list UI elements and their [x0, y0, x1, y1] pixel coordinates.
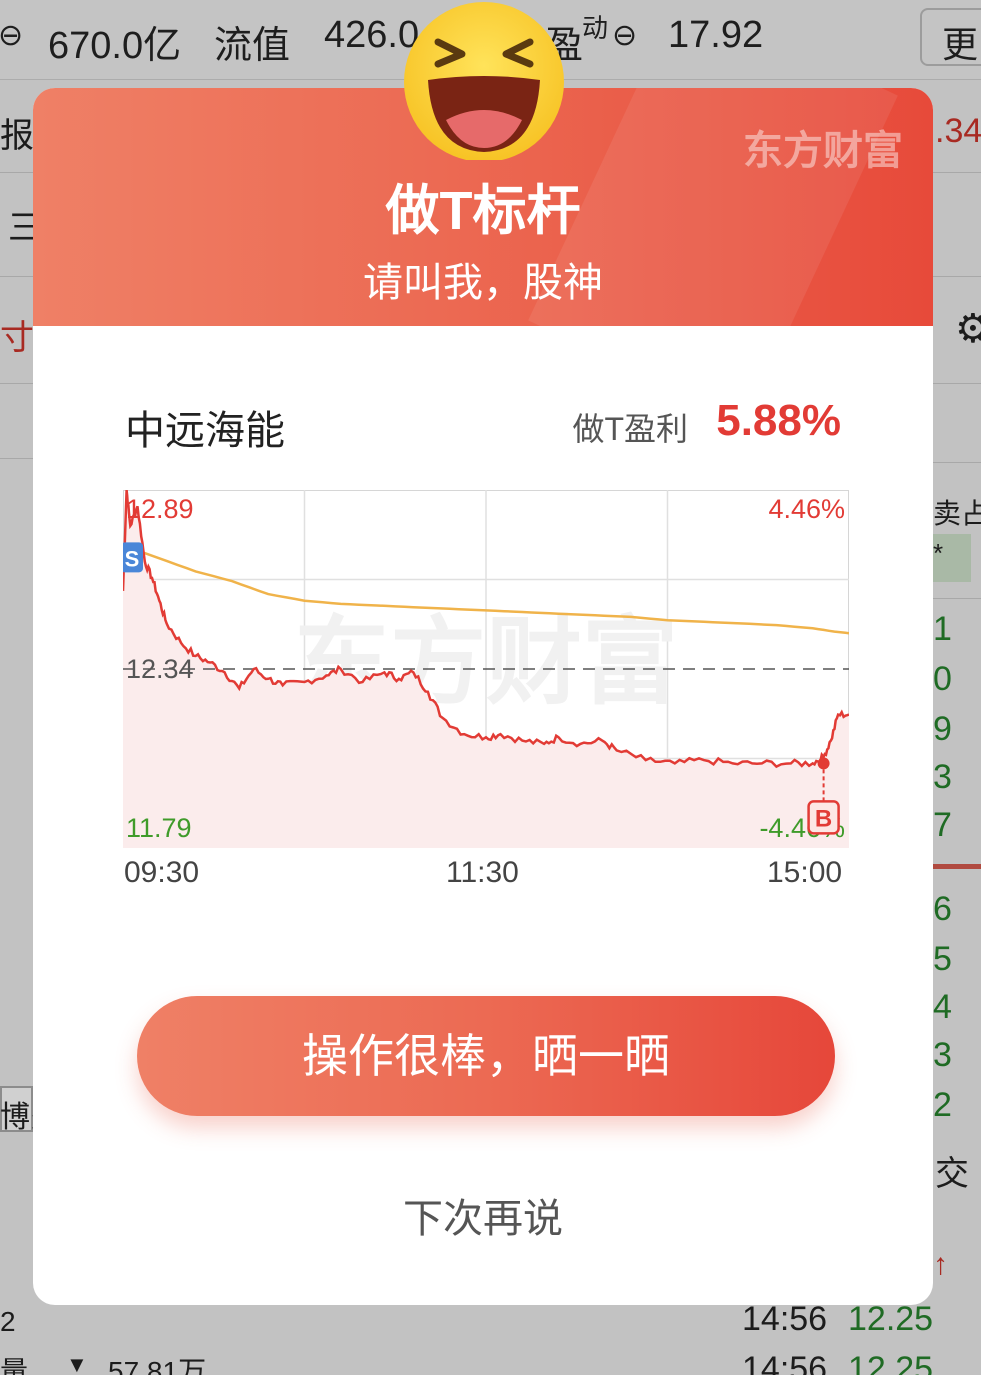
order-book-digit: 6	[933, 890, 952, 928]
intraday-chart: 东方财富 12.89 12.34 11.79 4.46% -4.46% SB	[123, 490, 849, 848]
order-book-digit: 4	[933, 988, 952, 1026]
axis-digit: 2	[0, 1306, 16, 1337]
pe-value: 17.92	[668, 14, 764, 56]
dialog-title: 做T标杆	[385, 181, 581, 241]
stock-name: 中远海能	[125, 409, 285, 453]
market-cap-value: 670.0亿	[48, 25, 182, 67]
share-button[interactable]: 操作很棒，晒一晒	[137, 996, 835, 1116]
order-book-digit: 7	[933, 806, 952, 844]
divider	[933, 598, 981, 599]
x-tick-label: 09:30	[124, 856, 200, 889]
report-label: 报	[0, 117, 34, 155]
y-mid-label: 12.34	[126, 654, 194, 684]
trade-price: 12.25	[848, 1300, 934, 1338]
pe-info-icon[interactable]: ⊖	[612, 18, 637, 53]
trade-time: 14:56	[742, 1350, 828, 1375]
more-button[interactable]: 更	[920, 8, 981, 66]
y-max-label: 12.89	[126, 494, 194, 524]
trade-time: 14:56	[742, 1300, 828, 1338]
order-book-digit: 2	[933, 1086, 952, 1124]
pct-max-label: 4.46%	[768, 494, 845, 524]
chevron-down-icon[interactable]: ▼	[66, 1352, 88, 1375]
order-book-digit: 5	[933, 940, 952, 978]
sell-marker-label: S	[125, 546, 140, 571]
divider	[933, 462, 981, 463]
order-book-digit: 3	[933, 1036, 952, 1074]
ratio-label: 卖占	[933, 498, 981, 529]
pe-superscript: 动	[582, 13, 609, 43]
settings-gear-icon[interactable]: ⚙	[955, 306, 981, 352]
report-value: .34	[935, 112, 981, 150]
info-icon[interactable]: ⊖	[0, 18, 23, 53]
up-arrow-icon: ↑	[933, 1248, 948, 1281]
buy-point	[817, 757, 830, 770]
order-book-divider	[933, 864, 981, 869]
x-tick-label: 11:30	[446, 856, 519, 889]
profit-label: 做T盈利	[572, 411, 688, 447]
volume-value: 57.81万	[108, 1356, 207, 1375]
buy-marker-label: B	[815, 805, 832, 832]
dialog-subtitle: 请叫我，股神	[363, 261, 603, 305]
float-cap-label: 流值	[214, 25, 291, 67]
order-book-digit: 1	[933, 610, 952, 648]
y-min-label: 11.79	[126, 813, 192, 843]
x-tick-label: 15:00	[767, 856, 843, 889]
later-button[interactable]: 下次再说	[33, 1186, 933, 1244]
achievement-dialog: 东方财富 做T标杆 请叫我，股神 中远海能 做T盈利 5.88% 东方财富 12…	[33, 88, 933, 1305]
order-book-digit: 9	[933, 710, 952, 748]
order-book-digit: 0	[933, 660, 952, 698]
trade-label: 交	[935, 1155, 969, 1193]
laughing-emoji-icon	[404, 2, 564, 160]
profit-value: 5.88%	[716, 396, 841, 445]
trade-price: 12.25	[848, 1350, 934, 1375]
tab-time-share[interactable]: 寸	[0, 310, 34, 359]
ratio-star: *	[933, 538, 944, 568]
volume-label[interactable]: 量	[0, 1350, 28, 1375]
order-book-digit: 3	[933, 758, 952, 796]
